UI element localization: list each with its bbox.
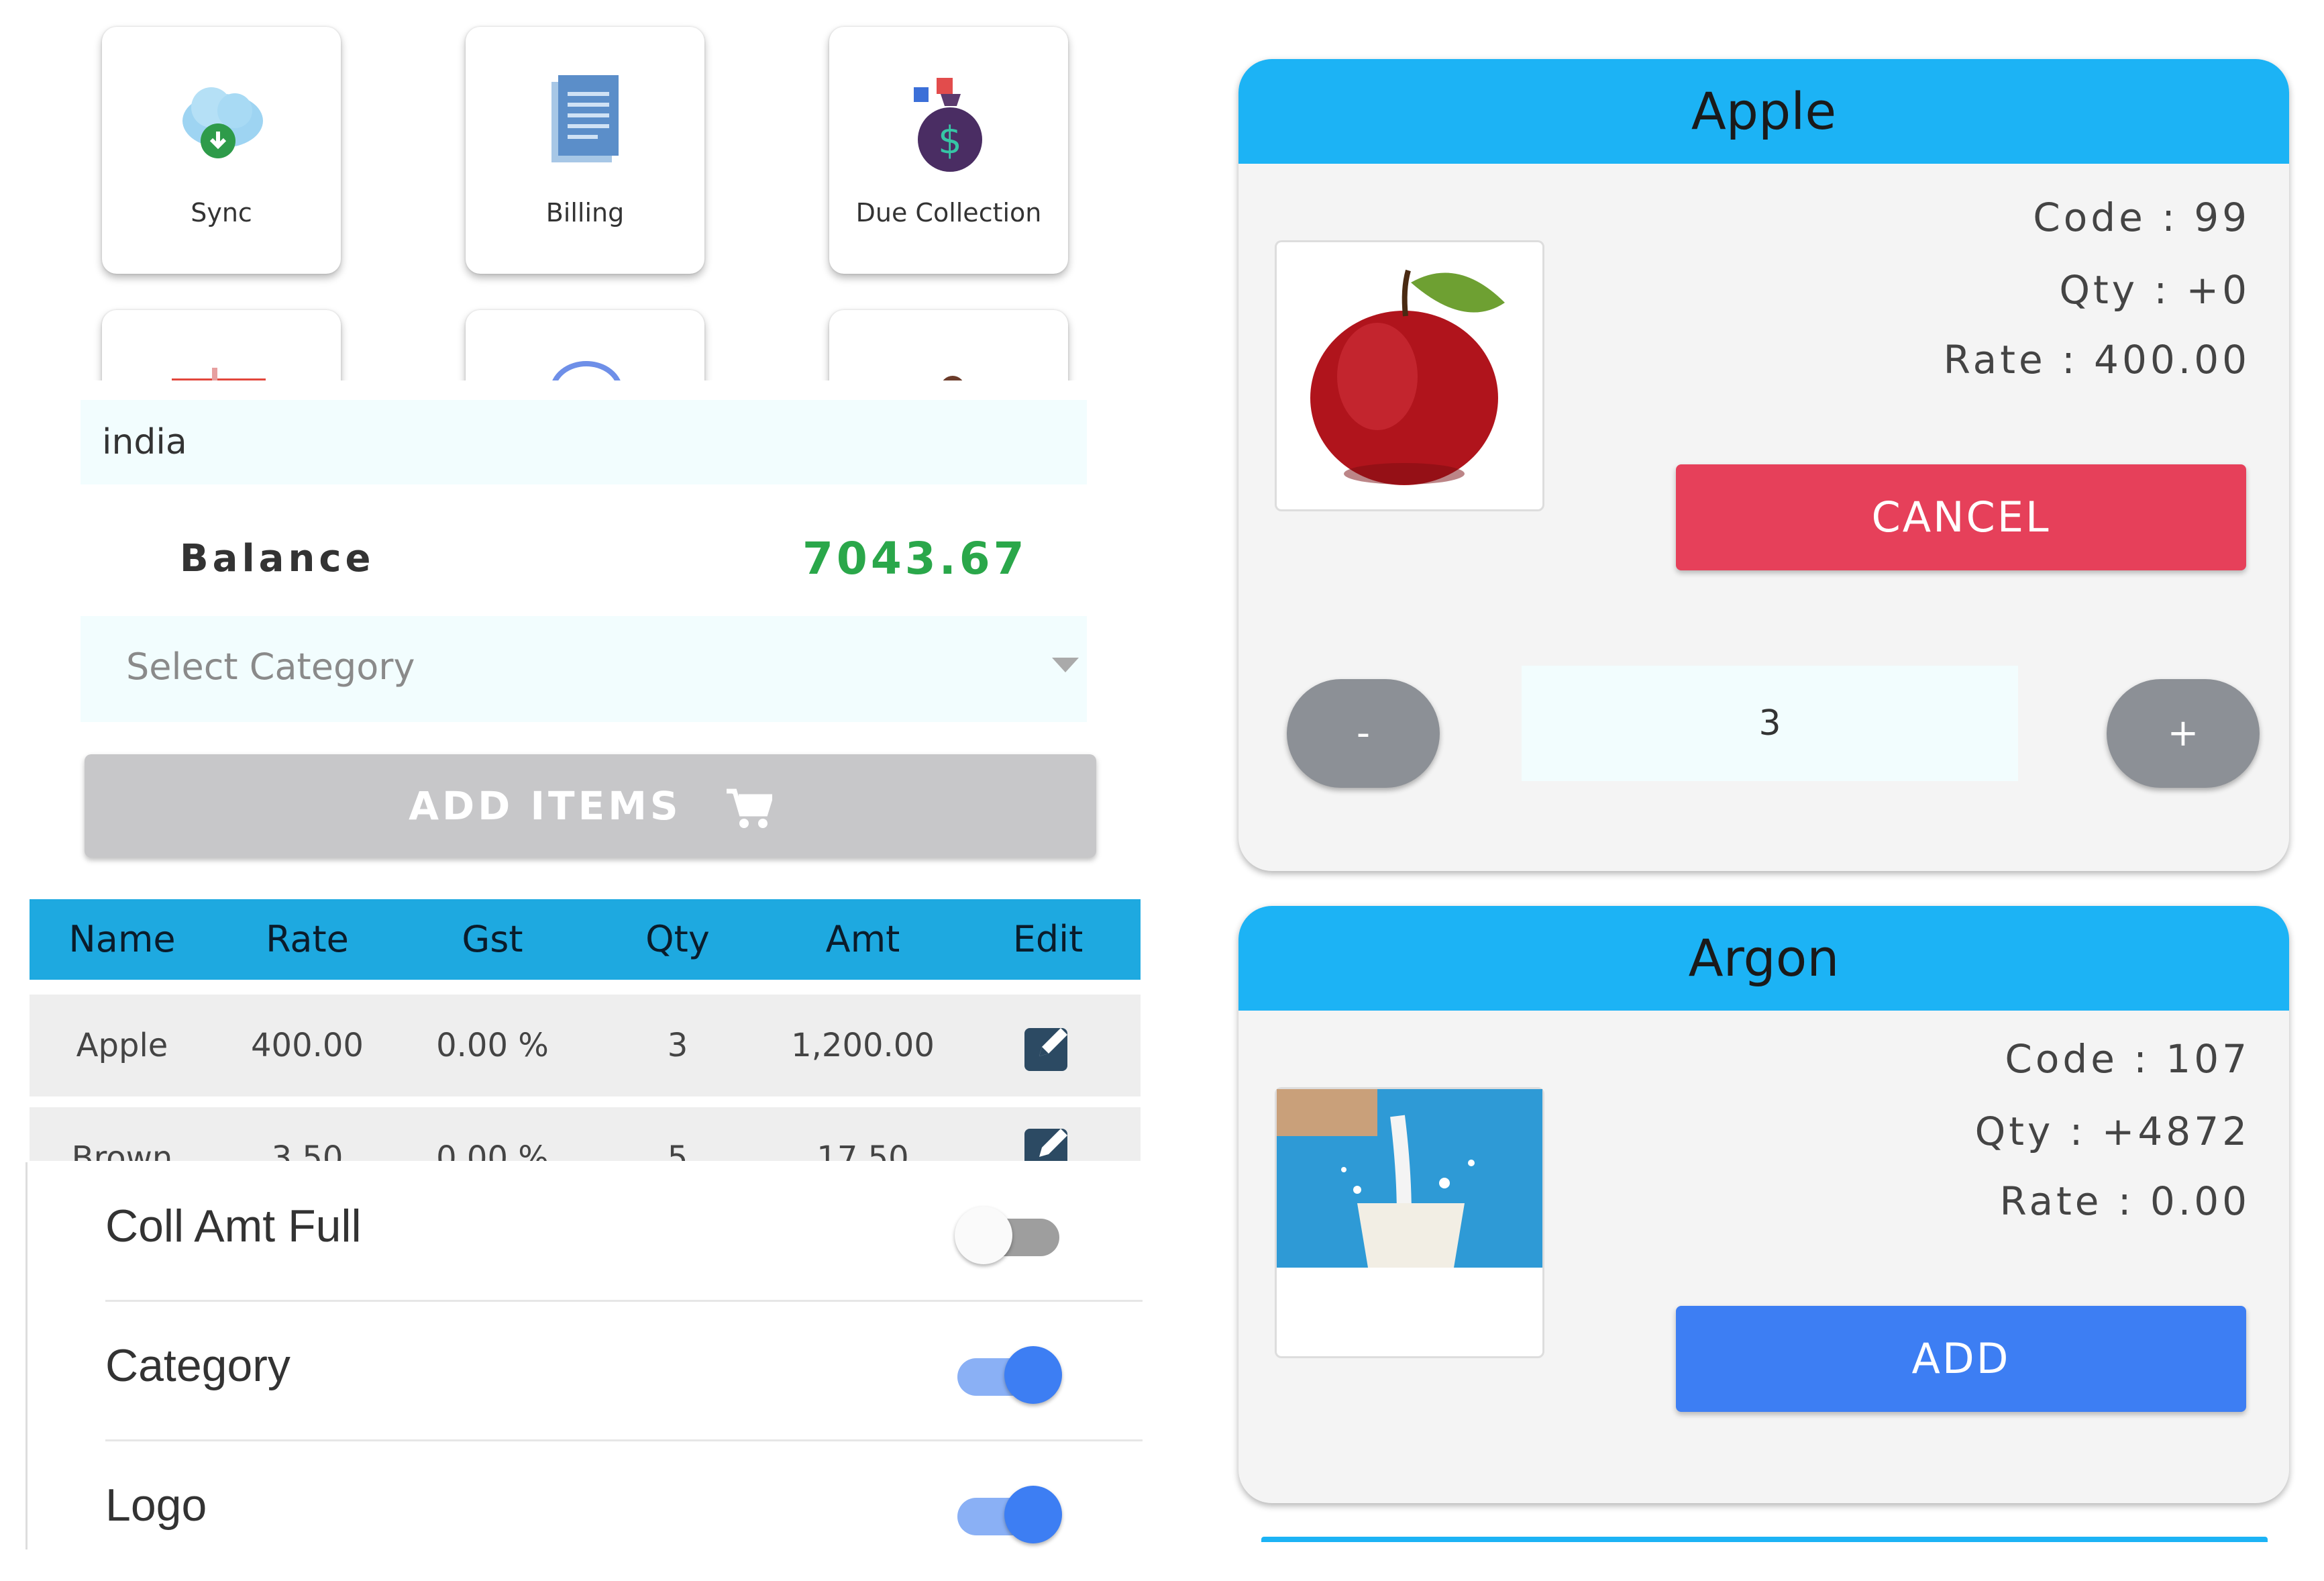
col-name: Name — [68, 918, 176, 960]
product-image — [1275, 240, 1544, 511]
product-code: Code : 99 — [2033, 195, 2250, 240]
add-items-button[interactable]: ADD ITEMS — [85, 754, 1096, 858]
apple-image — [1310, 269, 1505, 485]
table-row: Apple 400.00 0.00 % 3 1,200.00 — [30, 994, 1141, 1096]
cell-amt: 17.50 — [816, 1139, 909, 1161]
product-title: Apple — [1238, 59, 2289, 164]
tile-label: Billing — [545, 198, 625, 227]
setting-coll-amt-full: Coll Amt Full — [105, 1162, 1143, 1302]
cell-qty: 5 — [667, 1139, 688, 1161]
setting-label: Coll Amt Full — [105, 1201, 362, 1252]
tile-label: Sync — [191, 198, 252, 227]
cell-gst: 0.00 % — [436, 1027, 549, 1064]
setting-logo: Logo — [105, 1441, 1143, 1581]
money-bag-icon: $ — [908, 74, 989, 178]
increment-button[interactable]: + — [2107, 679, 2260, 788]
logo-toggle[interactable] — [955, 1483, 1062, 1543]
menu-tiles: Sync Billing $ Due Collection — [0, 0, 1141, 380]
setting-category: Category — [105, 1302, 1143, 1441]
coll-amt-full-toggle[interactable] — [955, 1204, 1062, 1264]
milk-image — [1277, 1089, 1542, 1268]
cart-icon — [726, 788, 774, 828]
chevron-down-icon — [1052, 658, 1079, 672]
toggle-knob — [955, 1207, 1012, 1264]
cell-name: Brown — [71, 1139, 173, 1161]
product-title: Argon — [1238, 906, 2289, 1011]
table-row: Brown 3.50 0.00 % 5 17.50 — [30, 1107, 1141, 1161]
col-edit: Edit — [1012, 918, 1084, 960]
tile-sync[interactable]: Sync — [102, 27, 341, 274]
setting-label: Category — [105, 1340, 290, 1391]
toggle-knob — [1004, 1346, 1062, 1404]
product-code: Code : 107 — [2005, 1036, 2250, 1082]
items-table: Name Rate Gst Qty Amt Edit Apple 400.00 … — [30, 899, 1141, 1161]
cell-gst: 0.00 % — [436, 1139, 549, 1161]
product-image — [1275, 1087, 1544, 1358]
table-header: Name Rate Gst Qty Amt Edit — [30, 899, 1141, 980]
cell-qty: 3 — [667, 1027, 688, 1064]
next-card-header — [1261, 1537, 2268, 1542]
product-qty: Qty : +4872 — [1974, 1109, 2250, 1154]
product-rate: Rate : 0.00 — [1999, 1178, 2250, 1224]
add-items-label: ADD ITEMS — [409, 783, 682, 829]
col-qty: Qty — [645, 918, 710, 960]
cell-rate: 400.00 — [251, 1027, 364, 1064]
user-icon — [943, 376, 963, 380]
tile-billing[interactable]: Billing — [466, 27, 704, 274]
tile-label: Due Collection — [855, 198, 1042, 227]
setting-label: Logo — [105, 1480, 207, 1531]
add-button[interactable]: ADD — [1676, 1306, 2246, 1412]
edit-icon[interactable] — [1024, 1024, 1071, 1071]
cloud-sync-icon — [174, 74, 268, 171]
product-card-apple: Apple Code : 99 Qty : +0 Rate : 400.00 C… — [1238, 59, 2289, 871]
toggle-knob — [1004, 1486, 1062, 1543]
edit-icon[interactable] — [1024, 1125, 1071, 1161]
return-icon — [552, 361, 621, 380]
tile-partial[interactable] — [829, 310, 1068, 380]
cell-amt: 1,200.00 — [791, 1027, 935, 1064]
col-amt: Amt — [825, 918, 900, 960]
category-select[interactable]: Select Category — [81, 616, 1087, 722]
category-toggle[interactable] — [955, 1343, 1062, 1404]
settings-list: Coll Amt Full Category Logo — [25, 1162, 1143, 1549]
report-icon — [172, 368, 266, 380]
cell-name: Apple — [76, 1027, 168, 1064]
product-qty: Qty : +0 — [2059, 267, 2250, 313]
balance-label: Balance — [180, 537, 375, 580]
category-select-placeholder: Select Category — [126, 646, 415, 688]
col-rate: Rate — [266, 918, 349, 960]
quantity-field[interactable]: 3 — [1522, 666, 2018, 781]
svg-text:$: $ — [938, 119, 962, 162]
col-gst: Gst — [462, 918, 523, 960]
cell-rate: 3.50 — [271, 1139, 344, 1161]
search-input[interactable]: india — [81, 400, 1087, 484]
decrement-button[interactable]: - — [1287, 679, 1440, 788]
tile-due-collection[interactable]: $ Due Collection — [829, 27, 1068, 274]
balance-value: 7043.67 — [802, 533, 1028, 584]
document-icon — [545, 74, 625, 171]
product-card-argon: Argon Code : 107 Qty : +4872 Rate : 0.00… — [1238, 906, 2289, 1503]
tile-partial[interactable] — [466, 310, 704, 380]
tile-partial[interactable] — [102, 310, 341, 380]
cancel-button[interactable]: CANCEL — [1676, 464, 2246, 570]
product-rate: Rate : 400.00 — [1943, 337, 2250, 382]
